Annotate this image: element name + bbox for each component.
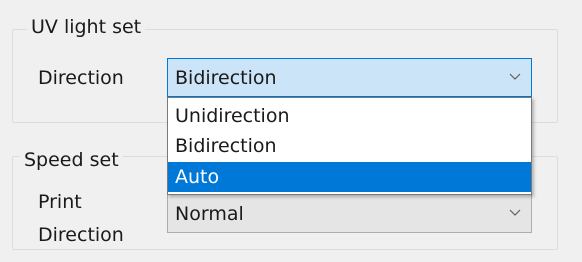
print-direction-selected-value: Normal (175, 203, 244, 225)
print-direction-dropdown[interactable]: Normal (167, 194, 532, 233)
option-unidirection[interactable]: Unidirection (168, 101, 531, 131)
print-direction-label-line2: Direction (38, 224, 124, 246)
chevron-down-icon[interactable] (509, 73, 521, 81)
speed-set-title: Speed set (20, 148, 123, 172)
direction-dropdown-list: Unidirection Bidirection Auto (167, 97, 532, 195)
direction-label: Direction (38, 67, 124, 89)
direction-selected-value: Bidirection (175, 67, 277, 89)
print-direction-label-line1: Print (38, 191, 82, 213)
direction-dropdown[interactable]: Bidirection (167, 58, 532, 97)
uv-light-set-title: UV light set (27, 15, 146, 39)
option-bidirection[interactable]: Bidirection (168, 131, 531, 161)
chevron-down-icon[interactable] (509, 209, 521, 217)
option-auto[interactable]: Auto (168, 162, 531, 192)
